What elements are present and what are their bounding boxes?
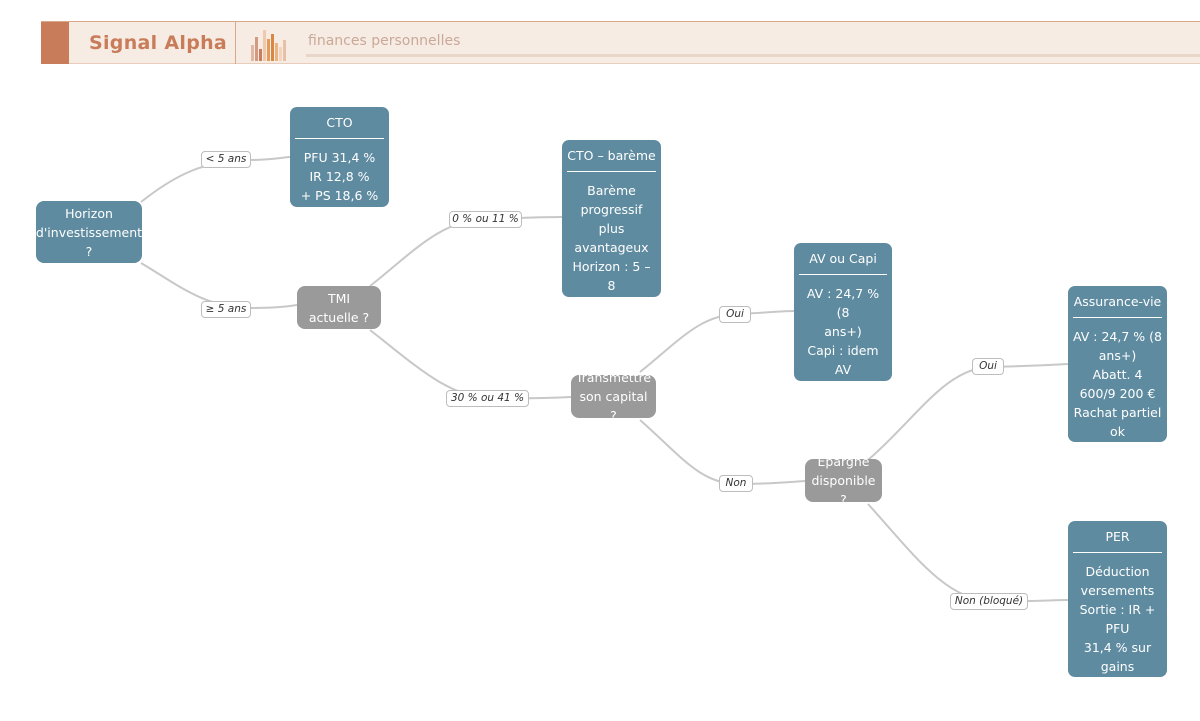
leaf-cto-bareme-line: Horizon : 5 – 8 <box>572 259 651 293</box>
edge-transmettre-avcapi <box>639 310 795 373</box>
node-horizon-line3: ? <box>85 243 93 259</box>
leaf-per-line: versements <box>1080 583 1155 598</box>
leaf-per[interactable]: PER Déduction versements Sortie : IR + P… <box>1068 521 1167 677</box>
leaf-assurance-vie-line: Rachat partiel <box>1073 405 1162 420</box>
node-horizon-line2: d'investissement <box>35 224 143 240</box>
leaf-av-capi-line: Transmission <box>802 381 884 396</box>
leaf-av-capi-line: optim. <box>822 400 864 415</box>
leaf-cto-bareme-line: plus <box>598 221 625 236</box>
leaf-per-line: PFU <box>1105 621 1130 636</box>
leaf-cto-line: PFU 31,4 % <box>303 150 376 165</box>
leaf-cto[interactable]: CTO PFU 31,4 % IR 12,8 % + PS 18,6 % <box>290 107 389 207</box>
leaf-cto-title: CTO <box>326 115 353 130</box>
leaf-av-capi-title: AV ou Capi <box>809 251 877 266</box>
decision-tree-edges <box>140 156 1069 603</box>
leaf-cto-bareme-line: avantageux <box>574 240 649 255</box>
leaf-per-title: PER <box>1105 529 1130 544</box>
leaf-per-line: Déduction <box>1085 564 1150 579</box>
edge-label-tmi-low: 0 % ou 11 % <box>449 211 522 228</box>
node-tmi-line1: TMI <box>327 290 351 306</box>
node-horizon[interactable]: Horizon d'investissement ? <box>36 201 142 263</box>
edge-epargne-per <box>867 503 1069 603</box>
leaf-assurance-vie-divider <box>1073 317 1162 318</box>
leaf-assurance-vie-line: AV : 24,7 % (8 <box>1073 329 1162 344</box>
leaf-assurance-vie-line: ans+) <box>1098 348 1137 363</box>
leaf-assurance-vie-title: Assurance-vie <box>1073 294 1162 309</box>
node-transmettre-line1: Transmettre <box>575 370 652 385</box>
leaf-cto-bareme-title: CTO – barème <box>567 148 656 163</box>
edge-label-transmettre-non: Non <box>719 475 753 492</box>
leaf-av-capi-line: Capi : idem AV <box>807 343 879 377</box>
leaf-av-capi[interactable]: AV ou Capi AV : 24,7 % (8 ans+) Capi : i… <box>794 243 892 415</box>
node-transmettre-line2: son capital ? <box>579 389 648 423</box>
edge-label-tmi-high: 30 % ou 41 % <box>446 390 529 407</box>
leaf-cto-line: IR 12,8 % <box>309 169 370 184</box>
leaf-per-line: Sortie : IR + <box>1079 602 1156 617</box>
node-tmi[interactable]: TMI actuelle ? <box>297 286 381 329</box>
leaf-cto-bareme[interactable]: CTO – barème Barème progressif plus avan… <box>562 140 661 312</box>
leaf-assurance-vie-line: 600/9 200 € <box>1079 386 1156 401</box>
edge-label-transmettre-oui: Oui <box>719 306 751 323</box>
leaf-av-capi-line: AV : 24,7 % (8 <box>806 286 880 320</box>
node-horizon-line1: Horizon <box>65 205 113 221</box>
leaf-cto-line: + PS 18,6 % <box>300 188 379 203</box>
edge-tmi-transmettre <box>369 329 572 400</box>
leaf-av-capi-line: ans+) <box>824 324 862 339</box>
leaf-assurance-vie-line: Abatt. 4 <box>1092 367 1143 382</box>
node-tmi-line2: actuelle ? <box>308 309 370 325</box>
node-epargne[interactable]: Épargne disponible ? <box>805 454 882 507</box>
leaf-assurance-vie[interactable]: Assurance-vie AV : 24,7 % (8 ans+) Abatt… <box>1068 286 1167 442</box>
leaf-cto-divider <box>295 138 384 139</box>
edge-label-epargne-non: Non (bloqué) <box>950 593 1028 610</box>
edge-label-ge5: ≥ 5 ans <box>201 301 251 318</box>
node-transmettre[interactable]: Transmettre son capital ? <box>571 370 656 423</box>
node-epargne-line1: Épargne <box>817 454 870 469</box>
edge-label-lt5: < 5 ans <box>201 151 251 168</box>
edge-epargne-assurance <box>867 363 1069 461</box>
leaf-per-divider <box>1073 552 1162 553</box>
edge-label-epargne-oui: Oui <box>972 358 1004 375</box>
leaf-per-line: 31,4 % sur <box>1083 640 1152 655</box>
leaf-cto-bareme-line: Barème <box>587 183 636 198</box>
leaf-assurance-vie-line: ok <box>1110 424 1125 439</box>
leaf-cto-bareme-line: progressif <box>580 202 643 217</box>
node-epargne-line2: disponible ? <box>811 473 876 507</box>
leaf-cto-bareme-divider <box>567 171 656 172</box>
leaf-cto-bareme-line: ans <box>600 297 623 312</box>
leaf-per-line: gains <box>1100 659 1135 674</box>
leaf-av-capi-divider <box>799 274 887 275</box>
